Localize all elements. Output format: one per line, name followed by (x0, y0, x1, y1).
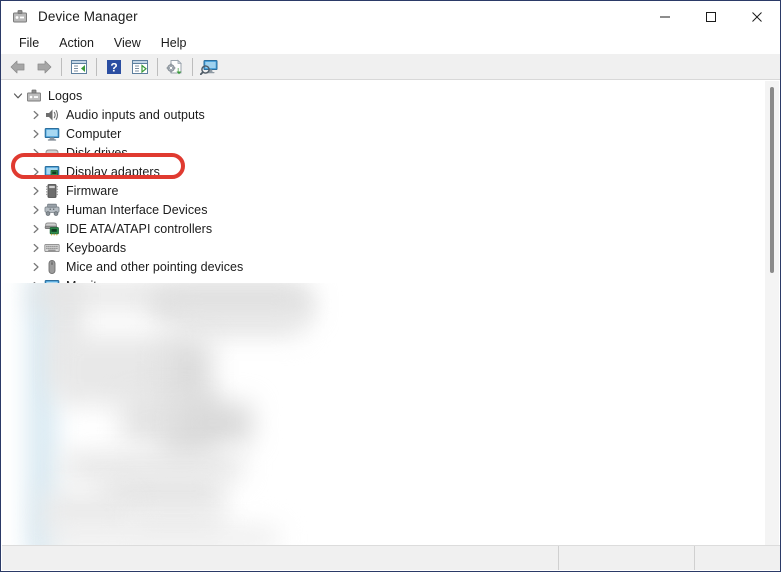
properties-icon[interactable] (127, 55, 153, 79)
vertical-scrollbar[interactable] (765, 81, 779, 547)
tree-item-firmware[interactable]: Firmware (2, 181, 759, 200)
hid-icon (44, 202, 60, 218)
tree-item-keyboards[interactable]: Keyboards (2, 238, 759, 257)
back-arrow-icon[interactable] (5, 55, 31, 79)
firmware-chip-icon (44, 183, 60, 199)
toolbar-separator (157, 57, 158, 76)
toolbar-separator (61, 57, 62, 76)
device-tree-panel: Logos Audio inputs and outputs Computer … (2, 81, 779, 547)
svg-text:?: ? (110, 60, 117, 74)
chevron-right-icon[interactable] (28, 126, 44, 142)
chevron-right-icon[interactable] (28, 183, 44, 199)
toolbar-separator (96, 57, 97, 76)
tree-item-label: Firmware (66, 183, 119, 198)
menu-item-view[interactable]: View (104, 34, 151, 52)
mouse-icon (44, 259, 60, 275)
tree-item-computer[interactable]: Computer (2, 124, 759, 143)
tree-item-ide-ata-atapi-controllers[interactable]: IDE ATA/ATAPI controllers (2, 219, 759, 238)
tree-item-monitors[interactable]: Monitors (2, 276, 759, 295)
tree-item-label: Audio inputs and outputs (66, 107, 205, 122)
maximize-icon[interactable] (688, 1, 734, 32)
status-pane-main (2, 546, 559, 570)
monitor-icon (44, 278, 60, 294)
window-controls (642, 1, 780, 32)
forward-arrow-icon[interactable] (31, 55, 57, 79)
chevron-right-icon[interactable] (28, 278, 44, 294)
scan-for-hardware-changes-icon[interactable] (197, 55, 223, 79)
tree-item-label: Logos (48, 88, 83, 103)
status-bar (2, 545, 780, 570)
disk-drive-icon (44, 145, 60, 161)
chevron-right-icon[interactable] (28, 202, 44, 218)
status-pane-tertiary (695, 546, 780, 570)
tree-item-label: Display adapters (66, 164, 160, 179)
tree-item-label: Monitors (66, 278, 115, 293)
tree-item-mice-and-other-pointing-devices[interactable]: Mice and other pointing devices (2, 257, 759, 276)
ide-controller-icon (44, 221, 60, 237)
tree-item-display-adapters[interactable]: Display adapters (2, 162, 759, 181)
help-icon[interactable]: ? (101, 55, 127, 79)
chevron-down-icon[interactable] (10, 88, 26, 104)
tree-item-disk-drives[interactable]: Disk drives (2, 143, 759, 162)
tree-item-label: Human Interface Devices (66, 202, 208, 217)
menu-item-file[interactable]: File (9, 34, 49, 52)
monitor-icon (44, 126, 60, 142)
chevron-right-icon[interactable] (28, 107, 44, 123)
tree-item-label: Keyboards (66, 240, 127, 255)
chevron-right-icon[interactable] (28, 259, 44, 275)
minimize-icon[interactable] (642, 1, 688, 32)
chevron-right-icon[interactable] (28, 240, 44, 256)
status-pane-secondary (559, 546, 695, 570)
speaker-icon (44, 107, 60, 123)
chevron-right-icon[interactable] (28, 145, 44, 161)
update-driver-icon[interactable] (162, 55, 188, 79)
tree-item-label: IDE ATA/ATAPI controllers (66, 221, 213, 236)
chevron-right-icon[interactable] (28, 164, 44, 180)
menu-item-help[interactable]: Help (151, 34, 197, 52)
tree-item-human-interface-devices[interactable]: Human Interface Devices (2, 200, 759, 219)
tree-item-label: Mice and other pointing devices (66, 259, 244, 274)
tree-item-audio-inputs-and-outputs[interactable]: Audio inputs and outputs (2, 105, 759, 124)
tree-item-logos[interactable]: Logos (2, 86, 759, 105)
chevron-right-icon[interactable] (28, 221, 44, 237)
tree-item-label: Computer (66, 126, 122, 141)
toolbar-separator (192, 57, 193, 76)
close-icon[interactable] (734, 1, 780, 32)
display-adapter-icon (44, 164, 60, 180)
window-title: Device Manager (38, 9, 138, 24)
device-tree: Logos Audio inputs and outputs Computer … (2, 81, 759, 295)
title-bar[interactable]: Device Manager (1, 1, 780, 32)
tree-item-label: Disk drives (66, 145, 128, 160)
toolbar: ? (1, 54, 780, 80)
device-manager-icon (11, 8, 29, 26)
computer-root-icon (26, 88, 42, 104)
menu-bar: File Action View Help (1, 32, 780, 54)
scrollbar-thumb[interactable] (770, 87, 774, 273)
keyboard-icon (44, 240, 60, 256)
device-manager-window: Device Manager File Action View Help ? L… (0, 0, 781, 572)
menu-item-action[interactable]: Action (49, 34, 104, 52)
show-hide-console-tree-icon[interactable] (66, 55, 92, 79)
